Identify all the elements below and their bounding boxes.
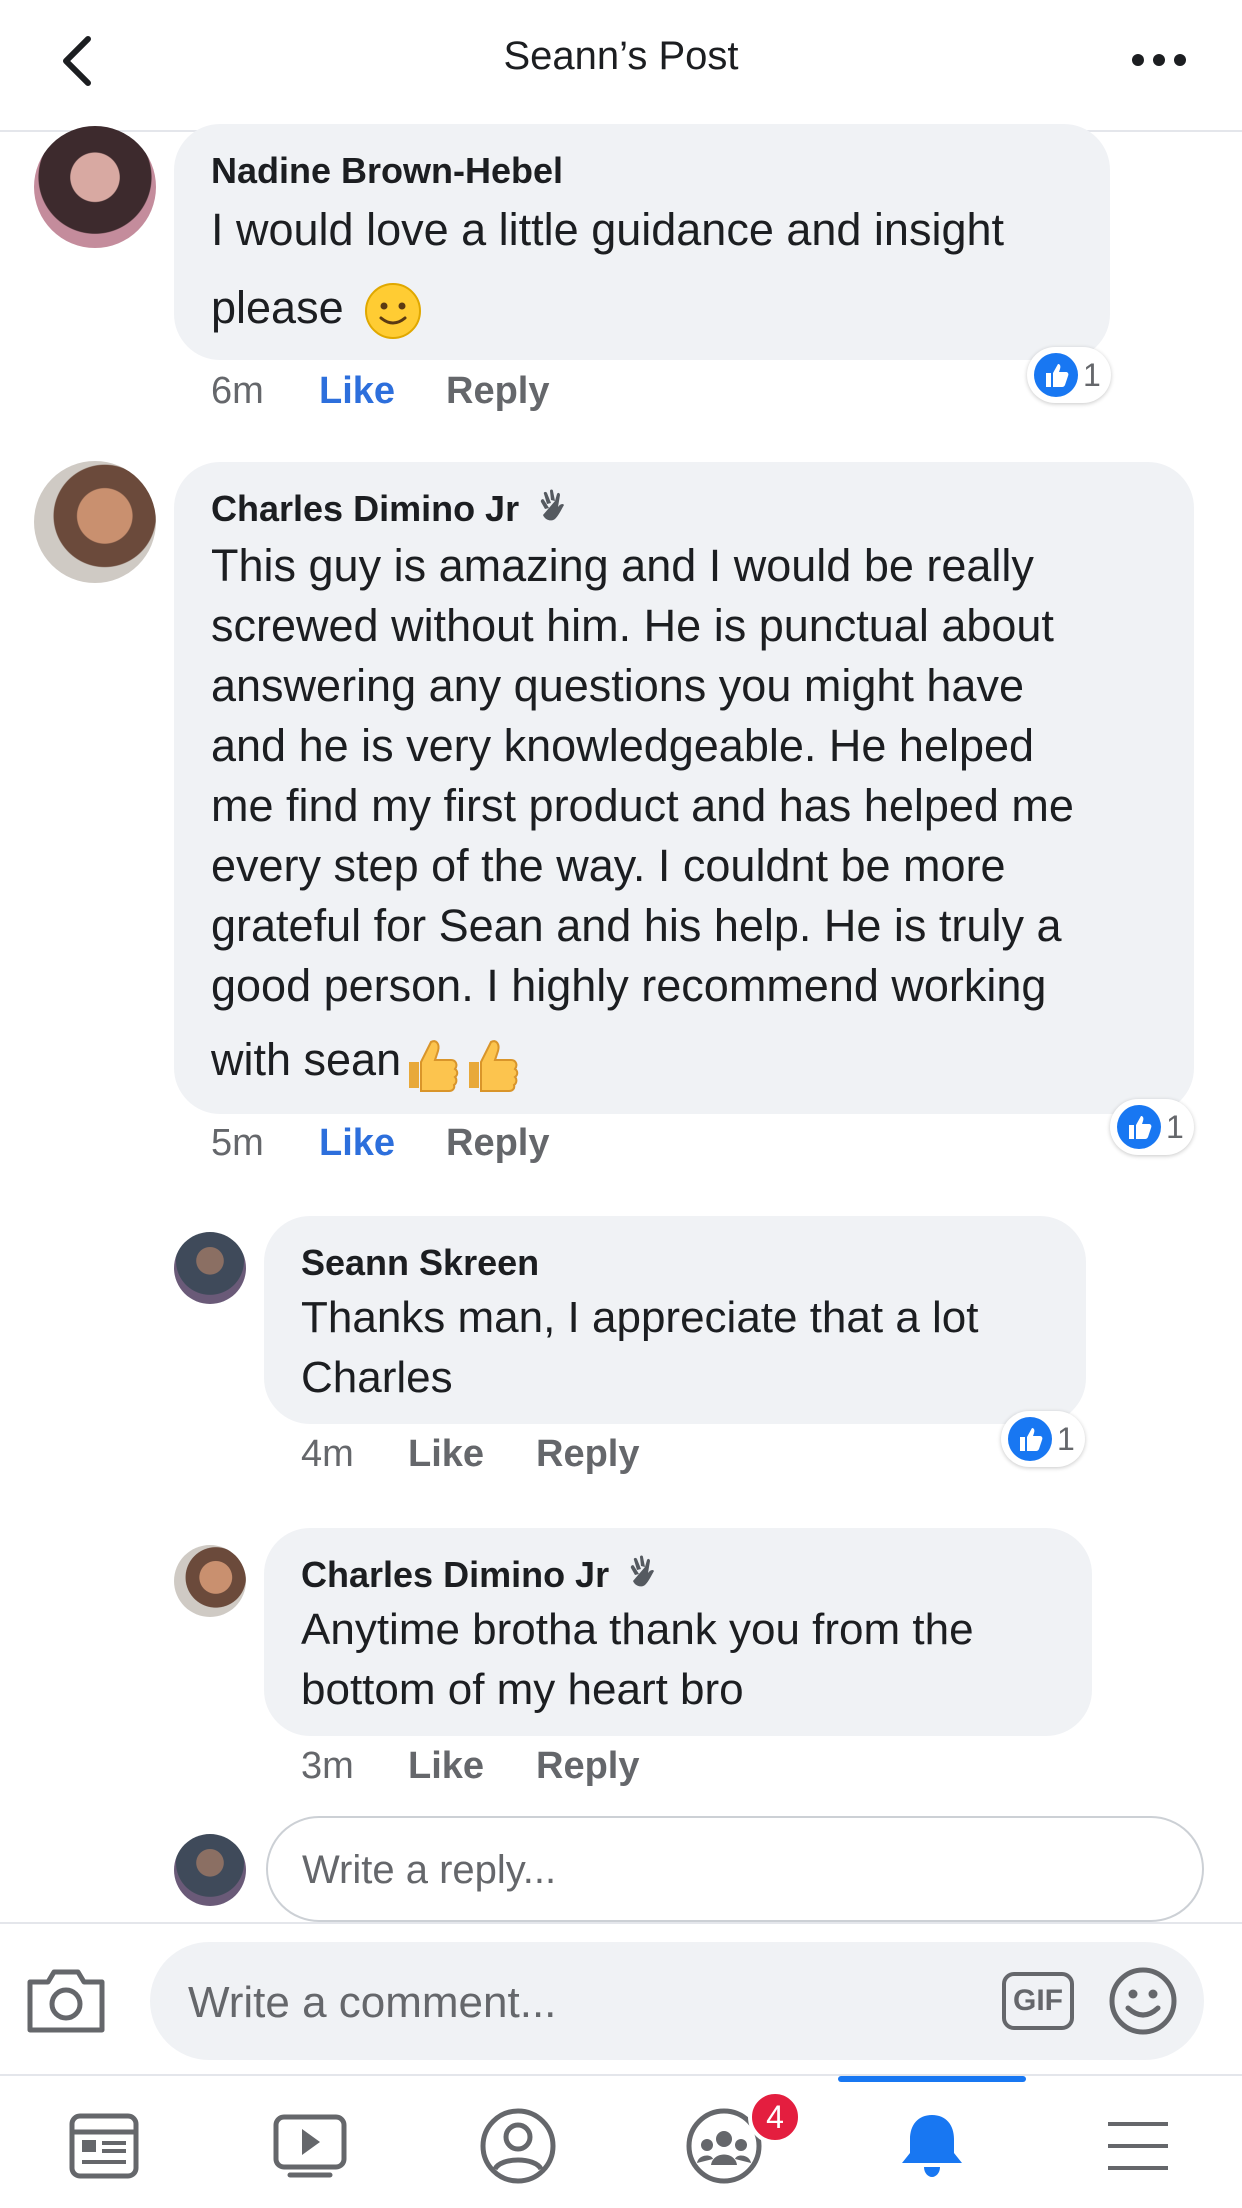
profile-icon	[480, 2108, 556, 2184]
tab-bar	[0, 2074, 1242, 2208]
tab-news-feed[interactable]	[64, 2106, 144, 2186]
more-horizontal-icon	[1132, 54, 1186, 66]
tab-watch[interactable]	[270, 2106, 350, 2186]
waving-hand-icon	[630, 1555, 655, 1587]
camera-icon	[27, 1969, 105, 2033]
avatar[interactable]	[174, 1232, 246, 1304]
thumbs-up-emoji-icon	[469, 1040, 519, 1093]
waving-hand-icon	[540, 489, 565, 521]
avatar[interactable]	[174, 1545, 246, 1617]
emoji-button[interactable]	[1108, 1966, 1178, 2036]
reply-button[interactable]: Reply	[536, 1433, 639, 1476]
like-button[interactable]: Like	[319, 1122, 395, 1165]
gif-button[interactable]: GIF	[1002, 1972, 1074, 2030]
like-reaction-icon	[1008, 1417, 1052, 1461]
camera-button[interactable]	[24, 1964, 108, 2036]
like-button[interactable]: Like	[319, 370, 395, 413]
avatar[interactable]	[34, 126, 156, 248]
comment-text-line-9: with sean	[211, 1034, 402, 1085]
reply-button[interactable]: Reply	[446, 370, 549, 413]
reply-time: 4m	[301, 1433, 354, 1475]
like-button[interactable]: Like	[408, 1745, 484, 1788]
like-reaction-icon	[1034, 353, 1078, 397]
comment-text-line-2: screwed without him. He is punctual abou…	[211, 600, 1054, 651]
comment-text-line-4: and he is very knowledgeable. He helped	[211, 720, 1035, 771]
slightly-smiling-face-icon	[365, 283, 422, 340]
comment-text-line-1: This guy is amazing and I would be reall…	[211, 540, 1034, 591]
reply-button[interactable]: Reply	[446, 1122, 549, 1165]
reply-text-line-2: Charles	[301, 1353, 453, 1402]
reply-author-name: Charles Dimino Jr	[301, 1554, 610, 1595]
thumbs-up-emoji-icon	[409, 1040, 459, 1093]
reaction-summary[interactable]: 1	[1001, 1411, 1085, 1467]
comment-text-line-5: me find my first product and has helped …	[211, 780, 1074, 831]
reaction-summary[interactable]: 1	[1027, 347, 1111, 403]
news-feed-icon	[69, 2113, 139, 2179]
comment-input-placeholder: Write a comment...	[188, 1978, 557, 2027]
reaction-count: 1	[1057, 1420, 1075, 1457]
comment-composer: Write a comment... GIF	[0, 1922, 1242, 2074]
smiley-icon	[1109, 1967, 1177, 2035]
comment-text-line-9-wrap: with sean	[211, 1030, 521, 1094]
groups-notification-badge: 4	[748, 2090, 802, 2144]
tab-notifications[interactable]	[892, 2106, 972, 2186]
tab-menu[interactable]	[1098, 2106, 1178, 2186]
header: Seann’s Post	[0, 0, 1242, 132]
reaction-count: 1	[1083, 356, 1101, 393]
comment-text-line-3: answering any questions you might have	[211, 660, 1024, 711]
comment-text-line2: please	[211, 282, 344, 333]
menu-icon	[1108, 2122, 1168, 2170]
active-tab-indicator	[838, 2076, 1026, 2082]
like-button[interactable]: Like	[408, 1433, 484, 1476]
tab-profile[interactable]	[478, 2106, 558, 2186]
comment-text-line-8: good person. I highly recommend working	[211, 960, 1047, 1011]
reply-button[interactable]: Reply	[536, 1745, 639, 1788]
comment-text-continued: please	[211, 278, 422, 340]
notifications-icon	[902, 2115, 962, 2177]
comment-input[interactable]: Write a comment... GIF	[150, 1942, 1204, 2060]
comment-author-name: Charles Dimino Jr	[211, 488, 520, 529]
avatar[interactable]	[34, 461, 156, 583]
reply-input-placeholder: Write a reply...	[302, 1848, 557, 1892]
reply-time: 3m	[301, 1745, 354, 1787]
reply-input[interactable]: Write a reply...	[266, 1816, 1204, 1922]
more-options-button[interactable]	[1124, 40, 1194, 80]
current-user-avatar	[174, 1834, 246, 1906]
comment-author[interactable]: Nadine Brown-Hebel	[211, 150, 563, 192]
watch-icon	[273, 2114, 347, 2178]
reply-text-line-1: Anytime brotha thank you from the	[301, 1605, 974, 1654]
comment-time: 5m	[211, 1122, 264, 1164]
reaction-summary[interactable]: 1	[1110, 1099, 1194, 1155]
comment-text-line-7: grateful for Sean and his help. He is tr…	[211, 900, 1062, 951]
comment-time: 6m	[211, 370, 264, 412]
reaction-count: 1	[1166, 1108, 1184, 1145]
like-reaction-icon	[1117, 1105, 1161, 1149]
reply-author[interactable]: Seann Skreen	[301, 1242, 539, 1284]
reply-text-line-2: bottom of my heart bro	[301, 1665, 744, 1714]
comment-text-line-6: every step of the way. I couldnt be more	[211, 840, 1006, 891]
reply-text-line-1: Thanks man, I appreciate that a lot	[301, 1293, 979, 1342]
reply-author[interactable]: Charles Dimino Jr	[301, 1554, 665, 1596]
comment-text: I would love a little guidance and insig…	[211, 204, 1005, 255]
page-title: Seann’s Post	[503, 34, 739, 78]
comment-author[interactable]: Charles Dimino Jr	[211, 488, 575, 530]
